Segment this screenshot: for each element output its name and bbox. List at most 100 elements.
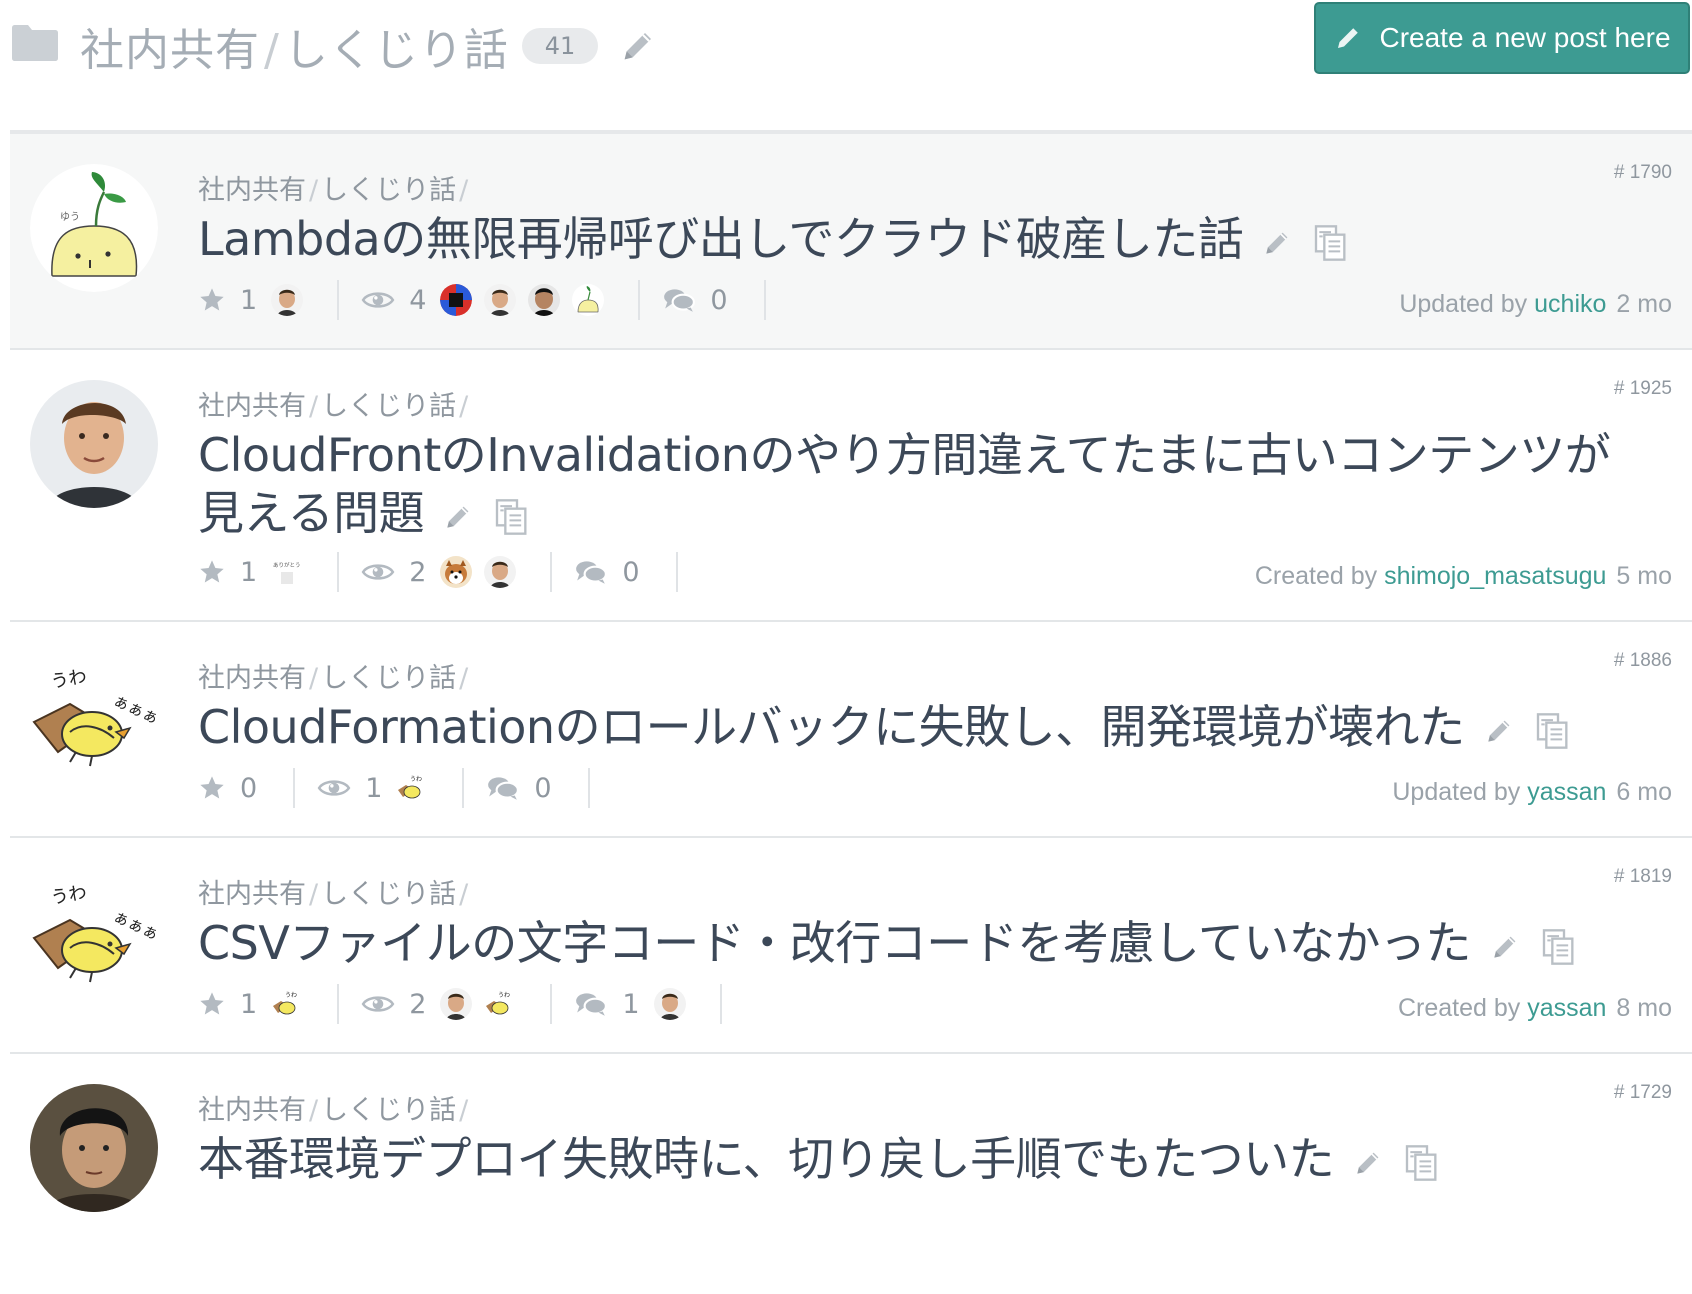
category-name-link[interactable]: しくじり話 xyxy=(321,175,456,206)
post-title-link[interactable]: CloudFrontのInvalidationのやり方間違えてたまに古いコンテン… xyxy=(198,428,1611,540)
star-icon[interactable] xyxy=(198,286,226,314)
watcher-avatar[interactable] xyxy=(440,284,472,316)
author-avatar[interactable] xyxy=(30,1084,158,1212)
eye-icon xyxy=(361,991,395,1017)
comment-count: 0 xyxy=(622,556,640,588)
post-byline: Updated by yassan 6 mo xyxy=(1392,778,1672,807)
comment-count: 1 xyxy=(622,988,640,1020)
copy-icon[interactable] xyxy=(1533,711,1573,751)
breadcrumb-separator: / xyxy=(264,25,280,76)
stargazer-avatar[interactable] xyxy=(271,988,303,1020)
eye-icon xyxy=(361,287,395,313)
watcher-avatar[interactable] xyxy=(484,556,516,588)
copy-icon[interactable] xyxy=(1402,1143,1442,1183)
post-title-link[interactable]: CloudFormationのロールバックに失敗し、開発環境が壊れた xyxy=(198,700,1465,754)
eye-icon xyxy=(317,775,351,801)
watcher-avatar[interactable] xyxy=(484,284,516,316)
post-item: 社内共有 / しくじり話 / # 1790 Lambdaの無限再帰呼び出しでクラウド破… xyxy=(10,134,1692,350)
folder-root-link[interactable]: 社内共有 xyxy=(80,25,260,76)
comment-icon xyxy=(574,559,608,585)
author-link[interactable]: shimojo_masatsugu xyxy=(1384,562,1606,590)
category-root-link[interactable]: 社内共有 xyxy=(198,391,306,422)
watcher-avatar[interactable] xyxy=(528,284,560,316)
author-link[interactable]: yassan xyxy=(1527,994,1606,1022)
post-category: 社内共有 / しくじり話 / xyxy=(198,1095,469,1126)
star-icon[interactable] xyxy=(198,774,226,802)
comment-count: 0 xyxy=(534,772,552,804)
stargazer-avatar[interactable] xyxy=(271,284,303,316)
stars-group: 1 xyxy=(198,552,340,592)
category-name-link[interactable]: しくじり話 xyxy=(321,1095,456,1126)
post-category: 社内共有 / しくじり話 / xyxy=(198,879,469,910)
copy-icon[interactable] xyxy=(492,497,532,537)
comment-count: 0 xyxy=(710,284,728,316)
commenter-avatar[interactable] xyxy=(654,988,686,1020)
watcher-avatar[interactable] xyxy=(440,988,472,1020)
author-avatar[interactable] xyxy=(30,868,158,996)
post-title: 本番環境デプロイ失敗時に、切り戻し手順でもたついた xyxy=(198,1130,1652,1188)
create-new-post-button[interactable]: Create a new post here xyxy=(1314,2,1690,74)
category-name-link[interactable]: しくじり話 xyxy=(321,391,456,422)
watcher-count: 2 xyxy=(409,988,427,1020)
folder-icon xyxy=(12,25,58,61)
post-title: CloudFrontのInvalidationのやり方間違えてたまに古いコンテン… xyxy=(198,426,1652,542)
stars-group: 0 xyxy=(198,768,296,808)
post-number: # 1886 xyxy=(1613,650,1672,671)
watcher-avatar[interactable] xyxy=(396,772,428,804)
edit-folder-pencil-icon[interactable] xyxy=(618,26,658,66)
author-link[interactable]: uchiko xyxy=(1534,290,1606,318)
category-root-link[interactable]: 社内共有 xyxy=(198,879,306,910)
edit-pencil-icon[interactable] xyxy=(1261,227,1293,259)
category-name-link[interactable]: しくじり話 xyxy=(321,879,456,910)
category-root-link[interactable]: 社内共有 xyxy=(198,1095,306,1126)
star-icon[interactable] xyxy=(198,990,226,1018)
copy-icon[interactable] xyxy=(1539,927,1579,967)
post-item: 社内共有 / しくじり話 / # 1925 CloudFrontのInvalidati… xyxy=(10,350,1692,622)
watcher-avatar[interactable] xyxy=(484,988,516,1020)
post-time: 2 mo xyxy=(1616,290,1672,318)
edit-pencil-icon[interactable] xyxy=(1483,715,1515,747)
post-meta: 1 2 1 xyxy=(198,984,744,1024)
watcher-avatar[interactable] xyxy=(440,556,472,588)
folder-name[interactable]: しくじり話 xyxy=(284,25,509,76)
post-title-link[interactable]: 本番環境デプロイ失敗時に、切り戻し手順でもたついた xyxy=(198,1132,1335,1186)
star-count: 0 xyxy=(240,772,258,804)
post-time: 5 mo xyxy=(1616,562,1672,590)
category-name-link[interactable]: しくじり話 xyxy=(321,663,456,694)
watchers-group: 2 xyxy=(361,984,553,1024)
post-title-link[interactable]: Lambdaの無限再帰呼び出しでクラウド破産した話 xyxy=(198,212,1244,266)
pencil-icon xyxy=(1338,28,1359,48)
author-avatar[interactable] xyxy=(30,164,158,292)
comment-icon xyxy=(486,775,520,801)
watcher-avatar[interactable] xyxy=(572,284,604,316)
category-root-link[interactable]: 社内共有 xyxy=(198,175,306,206)
post-category: 社内共有 / しくじり話 / xyxy=(198,175,469,206)
edit-pencil-icon[interactable] xyxy=(442,501,474,533)
eye-icon xyxy=(361,559,395,585)
comments-group: 0 xyxy=(662,280,766,320)
star-icon[interactable] xyxy=(198,558,226,586)
post-byline: Created by yassan 8 mo xyxy=(1398,994,1672,1023)
author-avatar[interactable] xyxy=(30,380,158,508)
watcher-count: 4 xyxy=(409,284,427,316)
edit-pencil-icon[interactable] xyxy=(1489,931,1521,963)
post-count-badge: 41 xyxy=(522,28,598,64)
post-list: 社内共有 / しくじり話 / # 1790 Lambdaの無限再帰呼び出しでクラウド破… xyxy=(10,130,1692,1204)
edit-pencil-icon[interactable] xyxy=(1352,1147,1384,1179)
post-item: 社内共有 / しくじり話 / # 1729 本番環境デプロイ失敗時に、切り戻し手順でも… xyxy=(10,1054,1692,1204)
copy-icon[interactable] xyxy=(1311,223,1351,263)
create-new-post-label: Create a new post here xyxy=(1379,22,1671,53)
stargazer-avatar[interactable] xyxy=(271,556,303,588)
post-title-link[interactable]: CSVファイルの文字コード・改行コードを考慮していなかった xyxy=(198,916,1471,970)
post-item: 社内共有 / しくじり話 / # 1886 CloudFormationのロールバック… xyxy=(10,622,1692,838)
category-root-link[interactable]: 社内共有 xyxy=(198,663,306,694)
post-number: # 1729 xyxy=(1613,1082,1672,1103)
watchers-group: 2 xyxy=(361,552,553,592)
watchers-group: 1 xyxy=(317,768,465,808)
author-link[interactable]: yassan xyxy=(1527,778,1606,806)
byline-prefix: Updated by xyxy=(1399,290,1528,318)
post-category: 社内共有 / しくじり話 / xyxy=(198,391,469,422)
post-meta: 1 4 0 xyxy=(198,280,788,320)
author-avatar[interactable] xyxy=(30,652,158,780)
post-number: # 1925 xyxy=(1613,378,1672,399)
